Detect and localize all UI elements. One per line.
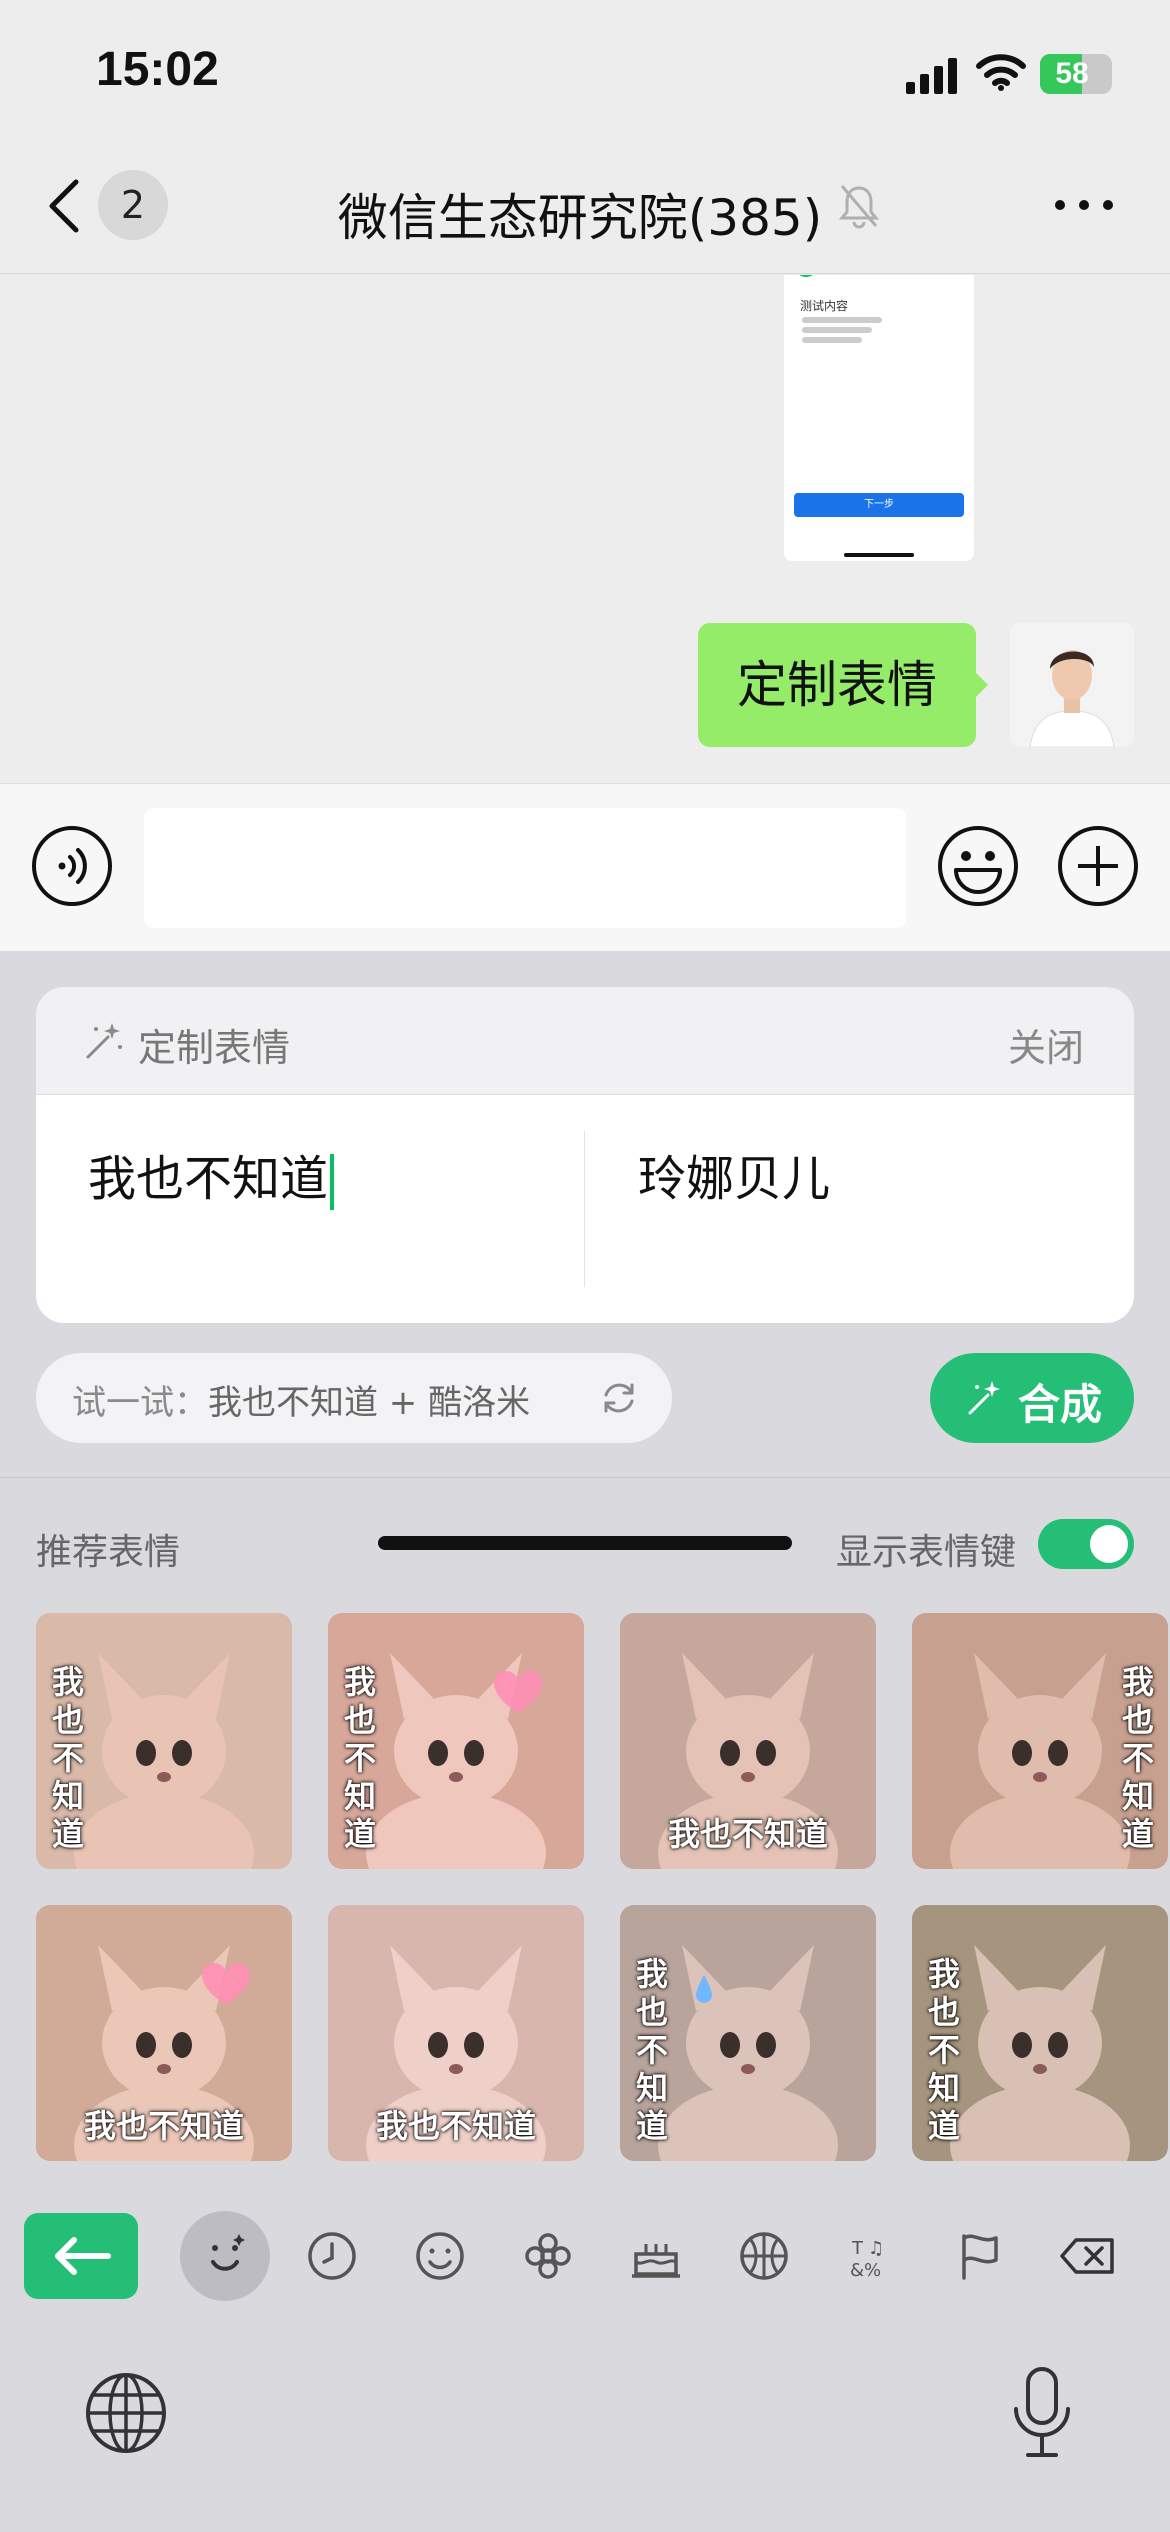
- sticker-item[interactable]: 我也不知道: [328, 1905, 584, 2161]
- chat-header: 2 微信生态研究院(385): [0, 140, 1170, 274]
- close-button[interactable]: 关闭: [1008, 1017, 1084, 1072]
- input-bar: [0, 783, 1170, 951]
- magic-wand-icon: [968, 1381, 1000, 1415]
- screenshot-home-bar: [844, 553, 914, 557]
- check-icon: [799, 275, 813, 277]
- custom-sticker-fields: 我也不知道 玲娜贝儿: [36, 1095, 1134, 1323]
- back-arrow-icon: [55, 2237, 111, 2275]
- emoji-panel: 定制表情 关闭 我也不知道 玲娜贝儿 试一试：我也不知道 + 酷洛米 合成 推荐…: [0, 951, 1170, 2532]
- sticker-caption: 我也不知道: [51, 1663, 84, 1853]
- microphone-icon[interactable]: [1010, 2365, 1074, 2461]
- home-indicator[interactable]: [378, 1536, 792, 1550]
- sticker-item[interactable]: 我也不知道: [36, 1613, 292, 1869]
- globe-icon[interactable]: [84, 2371, 168, 2455]
- battery-charging-icon: 58: [1040, 54, 1112, 94]
- group-name: 微信生态研究院(385): [337, 189, 823, 247]
- ball-icon[interactable]: [724, 2216, 804, 2296]
- more-horizontal-icon[interactable]: [1052, 190, 1116, 220]
- sticker-caption: 我也不知道: [83, 2107, 244, 2145]
- try-label: 试一试：: [72, 1383, 208, 1423]
- sticker-caption: 我也不知道: [635, 1955, 668, 2145]
- custom-sticker-card: 定制表情 关闭 我也不知道 玲娜贝儿: [36, 987, 1134, 1323]
- screenshot-button: 下一步: [794, 493, 964, 517]
- plus-circle-icon[interactable]: [1056, 824, 1140, 908]
- cake-icon[interactable]: [616, 2216, 696, 2296]
- unread-count-badge[interactable]: 2: [98, 170, 168, 240]
- try-suggestion-text: 试一试：我也不知道 + 酷洛米: [72, 1375, 530, 1424]
- status-time: 15:02: [96, 43, 219, 96]
- sticker-caption: 我也不知道: [343, 1663, 376, 1853]
- emoji-face-icon[interactable]: [936, 824, 1020, 908]
- voice-icon[interactable]: [30, 824, 114, 908]
- show-emoji-key-label: 显示表情键: [836, 1532, 1017, 1573]
- recent-clock-icon[interactable]: [292, 2216, 372, 2296]
- emoji-toolbar: T ♫ &%: [0, 2201, 1170, 2311]
- custom-face-icon[interactable]: [185, 2216, 265, 2296]
- flower-icon[interactable]: [508, 2216, 588, 2296]
- sticker-item[interactable]: 我也不知道: [328, 1613, 584, 1869]
- screenshot-button-label: 下一步: [864, 499, 894, 510]
- sticker-item[interactable]: 我也不知道: [36, 1905, 292, 2161]
- sticker-caption: 我也不知道: [1121, 1663, 1154, 1853]
- avatar[interactable]: [1010, 623, 1134, 747]
- show-emoji-key-toggle[interactable]: [1038, 1519, 1134, 1569]
- custom-sticker-header: 定制表情 关闭: [36, 987, 1134, 1095]
- chevron-left-icon[interactable]: [40, 176, 90, 236]
- bell-slash-icon: [838, 185, 880, 229]
- wifi-icon: [976, 54, 1026, 91]
- delete-icon[interactable]: [1048, 2216, 1128, 2296]
- symbols-icon[interactable]: T ♫ &%: [832, 2216, 912, 2296]
- screenshot-line: [802, 317, 882, 323]
- sticker-item[interactable]: 我也不知道: [620, 1905, 876, 2161]
- screenshot-line: [802, 337, 862, 343]
- sticker-text-value: 我也不知道: [88, 1151, 329, 1207]
- svg-text:T: T: [851, 2238, 864, 2259]
- svg-text:♫: ♫: [868, 2238, 884, 2259]
- text-cursor: [330, 1154, 335, 1210]
- screenshot-line: [802, 327, 872, 333]
- sticker-item[interactable]: 我也不知道: [912, 1905, 1168, 2161]
- chat-area[interactable]: 测试内容 下一步 定制表情: [0, 275, 1170, 783]
- svg-text:&%: &%: [850, 2260, 881, 2281]
- toggle-knob: [1090, 1525, 1128, 1563]
- smiley-icon[interactable]: [400, 2216, 480, 2296]
- bubble-tail: [974, 671, 988, 699]
- compose-label: 合成: [1018, 1380, 1103, 1429]
- back-arrow-button[interactable]: [24, 2213, 138, 2299]
- magic-wand-icon: [86, 1023, 122, 1059]
- battery-percent: 58: [1055, 57, 1089, 90]
- recommended-stickers: 我也不知道 我也不知道 我也不知道 我也不知道 我也不知道 我也不知道 我也不知道 我也不知道: [36, 1613, 1170, 2173]
- message-input[interactable]: [144, 808, 906, 928]
- try-suggestion[interactable]: 试一试：我也不知道 + 酷洛米: [36, 1353, 672, 1443]
- sticker-item[interactable]: 我也不知道: [912, 1613, 1168, 1869]
- field-divider: [584, 1131, 585, 1287]
- refresh-icon[interactable]: [598, 1377, 640, 1419]
- sticker-caption: 我也不知道: [667, 1815, 828, 1853]
- status-bar: 15:02 58: [0, 0, 1170, 140]
- try-value: 我也不知道 + 酷洛米: [208, 1383, 531, 1423]
- sticker-character-field[interactable]: 玲娜贝儿: [638, 1139, 830, 1209]
- compose-button[interactable]: 合成: [930, 1353, 1134, 1443]
- sticker-text-field[interactable]: 我也不知道: [88, 1139, 335, 1210]
- recommended-title: 推荐表情: [36, 1532, 181, 1573]
- section-divider: [0, 1477, 1170, 1478]
- custom-sticker-title: 定制表情: [138, 1026, 291, 1070]
- cellular-signal-icon: [906, 58, 957, 94]
- flag-icon[interactable]: [940, 2216, 1020, 2296]
- shared-screenshot-image[interactable]: 测试内容 下一步: [784, 275, 974, 561]
- sticker-caption: 我也不知道: [375, 2107, 536, 2145]
- sticker-caption: 我也不知道: [927, 1955, 960, 2145]
- screenshot-section-text: 测试内容: [800, 299, 849, 313]
- message-bubble[interactable]: 定制表情: [698, 623, 976, 747]
- sticker-item[interactable]: 我也不知道: [620, 1613, 876, 1869]
